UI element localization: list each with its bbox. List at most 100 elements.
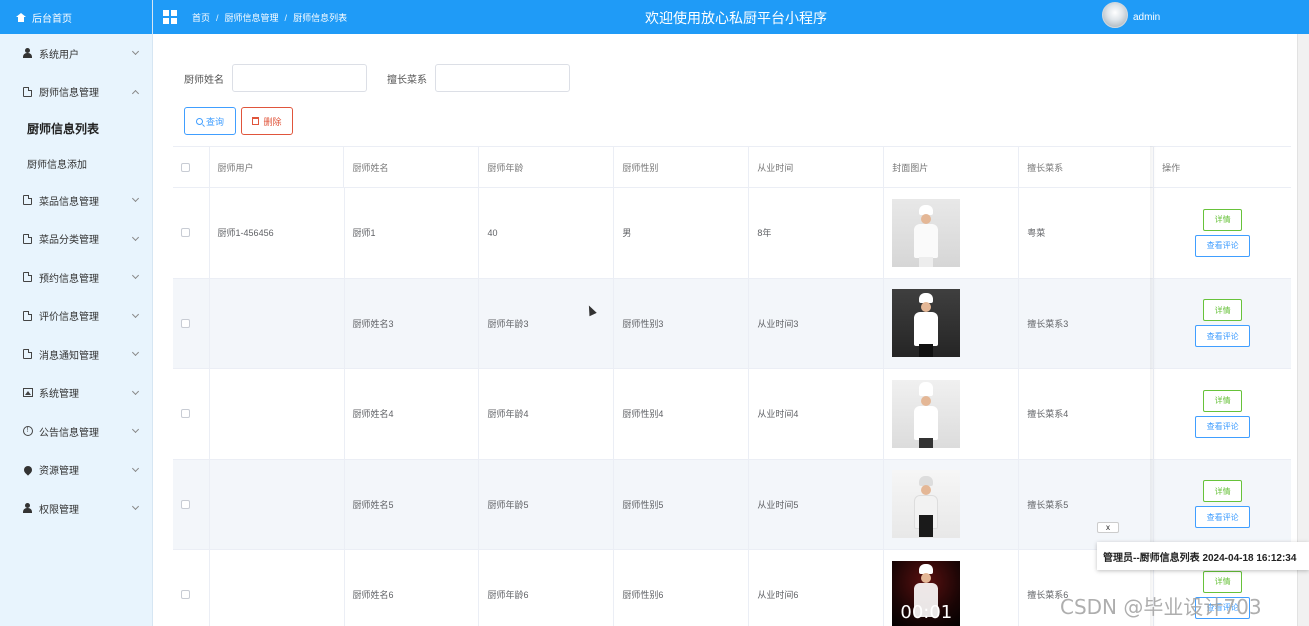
chef-photo — [892, 198, 961, 267]
cuisine-input[interactable] — [435, 64, 570, 92]
cell-cuisine: 粤菜 — [1019, 188, 1155, 278]
sidebar-item-label: 系统用户 — [39, 49, 79, 61]
view-comments-button[interactable]: 查看评论 — [1195, 506, 1251, 529]
sidebar-item-chef-management[interactable]: 厨师信息管理 — [0, 73, 152, 112]
document-icon — [23, 195, 32, 206]
cell-work-years: 从业时间4 — [749, 369, 885, 459]
sidebar-item-label: 公告信息管理 — [39, 427, 99, 439]
vertical-scrollbar[interactable] — [1297, 34, 1309, 626]
username[interactable]: admin — [1133, 12, 1160, 23]
sidebar-item-resource[interactable]: 资源管理 — [0, 451, 152, 490]
sidebar-item-label: 系统管理 — [39, 389, 79, 401]
cell-chef-age: 厨师年龄3 — [479, 278, 615, 368]
chevron-down-icon — [131, 233, 140, 241]
sidebar-item-dish-category[interactable]: 菜品分类管理 — [0, 220, 152, 259]
trash-icon — [252, 117, 260, 125]
column-header: 从业时间 — [749, 147, 885, 187]
query-button[interactable]: 查询 — [184, 107, 236, 135]
cell-work-years: 8年 — [749, 188, 885, 278]
sidebar-item-system-users[interactable]: 系统用户 — [0, 34, 152, 73]
cell-chef-age: 厨师年龄6 — [479, 550, 615, 626]
delete-button-label: 删除 — [263, 116, 282, 127]
sidebar-subitem-chef-list[interactable]: 厨师信息列表 — [0, 111, 152, 146]
sidebar-item-label: 资源管理 — [39, 466, 79, 478]
sidebar-item-system[interactable]: 系统管理 — [0, 374, 152, 413]
document-icon — [23, 310, 32, 321]
row-checkbox[interactable] — [181, 590, 190, 600]
delete-button[interactable]: 删除 — [241, 107, 293, 135]
cell-work-years: 从业时间6 — [749, 550, 885, 626]
chevron-down-icon — [131, 349, 140, 357]
cell-cuisine: 擅长菜系3 — [1019, 278, 1155, 368]
sidebar-item-notification[interactable]: 消息通知管理 — [0, 335, 152, 374]
toast-close-button[interactable]: x — [1097, 522, 1119, 533]
cell-work-years: 从业时间3 — [749, 278, 885, 368]
document-icon — [23, 86, 32, 97]
chevron-down-icon — [131, 426, 140, 434]
sidebar-item-review[interactable]: 评价信息管理 — [0, 297, 152, 336]
watermark: CSDN @毕业设计703 — [1060, 595, 1262, 619]
cell-chef-gender: 厨师性别4 — [614, 369, 750, 459]
chef-photo — [892, 470, 961, 539]
column-header: 擅长菜系 — [1019, 147, 1155, 187]
column-header: 封面图片 — [884, 147, 1020, 187]
cell-work-years: 从业时间5 — [749, 459, 885, 549]
column-header: 操作 — [1162, 162, 1181, 173]
view-comments-button[interactable]: 查看评论 — [1195, 234, 1251, 257]
user-icon — [23, 48, 32, 59]
sidebar-home[interactable]: 后台首页 — [0, 0, 152, 34]
row-checkbox[interactable] — [181, 228, 190, 238]
home-icon — [16, 12, 26, 22]
cell-chef-gender: 厨师性别5 — [614, 459, 750, 549]
detail-button[interactable]: 详情 — [1203, 480, 1243, 503]
cell-chef-user — [210, 369, 345, 459]
sidebar-item-announcement[interactable]: ! 公告信息管理 — [0, 412, 152, 451]
row-checkbox[interactable] — [181, 499, 190, 509]
row-checkbox[interactable] — [181, 409, 190, 419]
cell-chef-age: 厨师年龄4 — [479, 369, 615, 459]
table-header-row: 厨师用户 厨师姓名 厨师年龄 厨师性别 从业时间 封面图片 擅长菜系 操作 — [173, 147, 1291, 188]
chevron-down-icon — [131, 503, 140, 511]
table-row: 厨师姓名5 厨师年龄5 厨师性别5 从业时间5 擅长菜系5 详情 查看评论 — [173, 459, 1291, 550]
detail-button[interactable]: 详情 — [1203, 299, 1243, 322]
cell-chef-user — [210, 550, 345, 626]
location-icon — [21, 464, 34, 476]
cell-chef-name: 厨师姓名5 — [345, 459, 480, 549]
column-header: 厨师姓名 — [344, 147, 480, 187]
sidebar-item-label: 预约信息管理 — [39, 273, 99, 285]
sidebar: 后台首页 系统用户 厨师信息管理 厨师信息列表 厨师信息添加 菜品信息管理 菜品… — [0, 0, 153, 626]
cell-chef-gender: 厨师性别3 — [614, 278, 750, 368]
sidebar-item-permission[interactable]: 权限管理 — [0, 489, 152, 528]
chevron-down-icon — [131, 387, 140, 395]
log-toast: 管理员--厨师信息列表 2024-04-18 16:12:34 — [1097, 542, 1309, 570]
detail-button[interactable]: 详情 — [1203, 389, 1243, 412]
document-icon — [23, 233, 32, 244]
view-comments-button[interactable]: 查看评论 — [1195, 415, 1251, 438]
row-checkbox[interactable] — [181, 318, 190, 328]
sidebar-item-booking[interactable]: 预约信息管理 — [0, 258, 152, 297]
view-comments-button[interactable]: 查看评论 — [1195, 325, 1251, 348]
chef-photo — [892, 379, 961, 448]
cell-chef-user — [210, 459, 345, 549]
chef-name-label: 厨师姓名 — [184, 74, 224, 86]
cell-chef-gender: 厨师性别6 — [614, 550, 750, 626]
select-all-checkbox[interactable] — [181, 162, 190, 172]
table-row: 厨师姓名3 厨师年龄3 厨师性别3 从业时间3 擅长菜系3 详情 查看评论 — [173, 278, 1291, 369]
sidebar-subitem-label: 厨师信息列表 — [27, 122, 100, 136]
cell-chef-user: 厨师1-456456 — [210, 188, 345, 278]
sidebar-item-label: 厨师信息管理 — [39, 88, 99, 100]
chef-photo: 00:01 — [892, 560, 961, 626]
sidebar-subitem-label: 厨师信息添加 — [27, 160, 87, 171]
chef-photo — [892, 289, 961, 358]
chevron-up-icon — [131, 89, 140, 97]
chevron-down-icon — [131, 272, 140, 280]
cell-chef-name: 厨师姓名4 — [345, 369, 480, 459]
avatar[interactable] — [1102, 2, 1128, 28]
sidebar-item-dish-management[interactable]: 菜品信息管理 — [0, 181, 152, 220]
detail-button[interactable]: 详情 — [1203, 208, 1243, 231]
document-icon — [23, 272, 32, 283]
chef-name-input[interactable] — [232, 64, 367, 92]
sidebar-item-label: 消息通知管理 — [39, 350, 99, 362]
sidebar-subitem-chef-add[interactable]: 厨师信息添加 — [0, 146, 152, 181]
detail-button[interactable]: 详情 — [1203, 570, 1243, 593]
